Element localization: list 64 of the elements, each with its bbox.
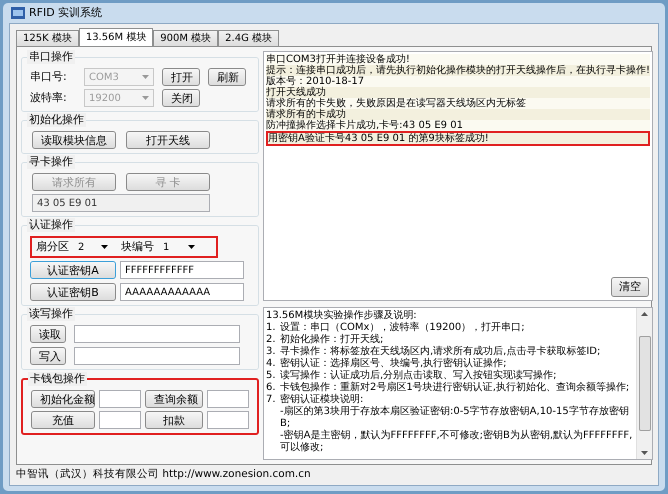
read-write-button[interactable]: 写入: [30, 347, 66, 365]
block-label: 块编号: [121, 238, 154, 255]
baud-label: 波特率:: [30, 90, 68, 106]
step-text: 卡钱包操作：重新对2号扇区1号块进行密钥认证,执行初始化、查询余额等操作;: [280, 382, 630, 394]
step-number: 6.: [266, 382, 277, 394]
module-tab[interactable]: 900M 模块: [153, 30, 218, 46]
scroll-down-icon[interactable]: [641, 451, 648, 455]
scrollbar[interactable]: [636, 308, 652, 459]
group-title: 寻卡操作: [27, 155, 75, 169]
wallet-button[interactable]: 充值: [31, 411, 95, 429]
data-field[interactable]: [74, 325, 240, 343]
amount-field[interactable]: [207, 411, 249, 429]
note-text: -扇区的第3块用于存放本扇区验证密钥:0-5字节存放密钥A,10-15字节存放密钥B;: [279, 406, 630, 430]
dropdown-arrow-icon: [101, 245, 108, 249]
step-text: 寻卡操作：将标签放在天线场区内,请求所有成功后,点击寻卡获取标签ID;: [280, 346, 600, 358]
dropdown-arrow-icon: [142, 75, 149, 79]
step-text: 设置：串口（COMx），波特率（19200），打开串口;: [280, 322, 525, 334]
key-field[interactable]: AAAAAAAAAAAA: [120, 283, 244, 301]
group-title: 串口操作: [27, 50, 75, 64]
step-number: 4.: [266, 358, 277, 370]
key-field[interactable]: FFFFFFFFFFFF: [120, 261, 244, 279]
dropdown-arrow-icon: [142, 96, 149, 100]
step-number: 1.: [266, 322, 277, 334]
module-tab[interactable]: 125K 模块: [16, 30, 79, 46]
auth-key-button[interactable]: 认证密钥A: [30, 261, 116, 279]
amount-field[interactable]: [99, 390, 141, 408]
step-number: 3.: [266, 346, 277, 358]
port-label: 串口号:: [30, 68, 68, 85]
status-text: 中智讯（武汉）科技有限公司 http://www.zonesion.com.cn: [16, 467, 311, 482]
group-title: 卡钱包操作: [28, 372, 87, 386]
init-button[interactable]: 打开天线: [126, 131, 210, 149]
amount-field[interactable]: [207, 390, 249, 408]
group-title: 初始化操作: [27, 113, 86, 127]
read-write-button[interactable]: 读取: [30, 325, 66, 343]
sector-label: 扇分区: [36, 238, 69, 255]
window-title: RFID 实训系统: [29, 4, 102, 21]
amount-field[interactable]: [99, 411, 141, 429]
clear-button[interactable]: 清空: [611, 277, 650, 297]
auth-key-button[interactable]: 认证密钥B: [30, 283, 116, 301]
data-field[interactable]: [74, 347, 240, 365]
note-text: -密钥A是主密钥，默认为FFFFFFFF,不可修改;密钥B为从密钥,默认为FFFFFFFF,可以修改;: [279, 430, 634, 454]
sector-dropdown[interactable]: 2: [73, 238, 113, 256]
group-title: 读写操作: [27, 307, 75, 321]
wallet-button[interactable]: 扣款: [145, 411, 203, 429]
step-text: 密钥认证：选择扇区号、块编号,执行密钥认证操作;: [280, 358, 507, 370]
wallet-button[interactable]: 初始化金额: [31, 390, 95, 408]
block-dropdown[interactable]: 1: [158, 238, 200, 256]
wallet-button[interactable]: 查询余额: [145, 390, 203, 408]
module-tab[interactable]: 13.56M 模块: [78, 28, 154, 46]
step-text: 读写操作：认证成功后,分别点击读取、写入按钮实现读写操作;: [280, 370, 557, 382]
step-number: 2.: [266, 334, 277, 346]
dropdown-arrow-icon: [188, 245, 195, 249]
module-tab[interactable]: 2.4G 模块: [218, 30, 280, 46]
instruction-heading: 13.56M模块实验操作步骤及说明:: [266, 310, 418, 322]
group-title: 认证操作: [27, 218, 75, 232]
init-button[interactable]: 读取模块信息: [32, 131, 116, 149]
step-text: 初始化操作：打开天线;: [280, 334, 384, 346]
card-id-field[interactable]: 43 05 E9 01: [32, 194, 210, 212]
step-text: 密钥认证模块说明:: [280, 394, 364, 406]
scroll-thumb[interactable]: [638, 336, 651, 431]
step-number: 5.: [266, 370, 277, 382]
app-icon: [11, 7, 25, 19]
scroll-up-icon[interactable]: [641, 312, 648, 316]
step-number: 7.: [266, 394, 277, 406]
